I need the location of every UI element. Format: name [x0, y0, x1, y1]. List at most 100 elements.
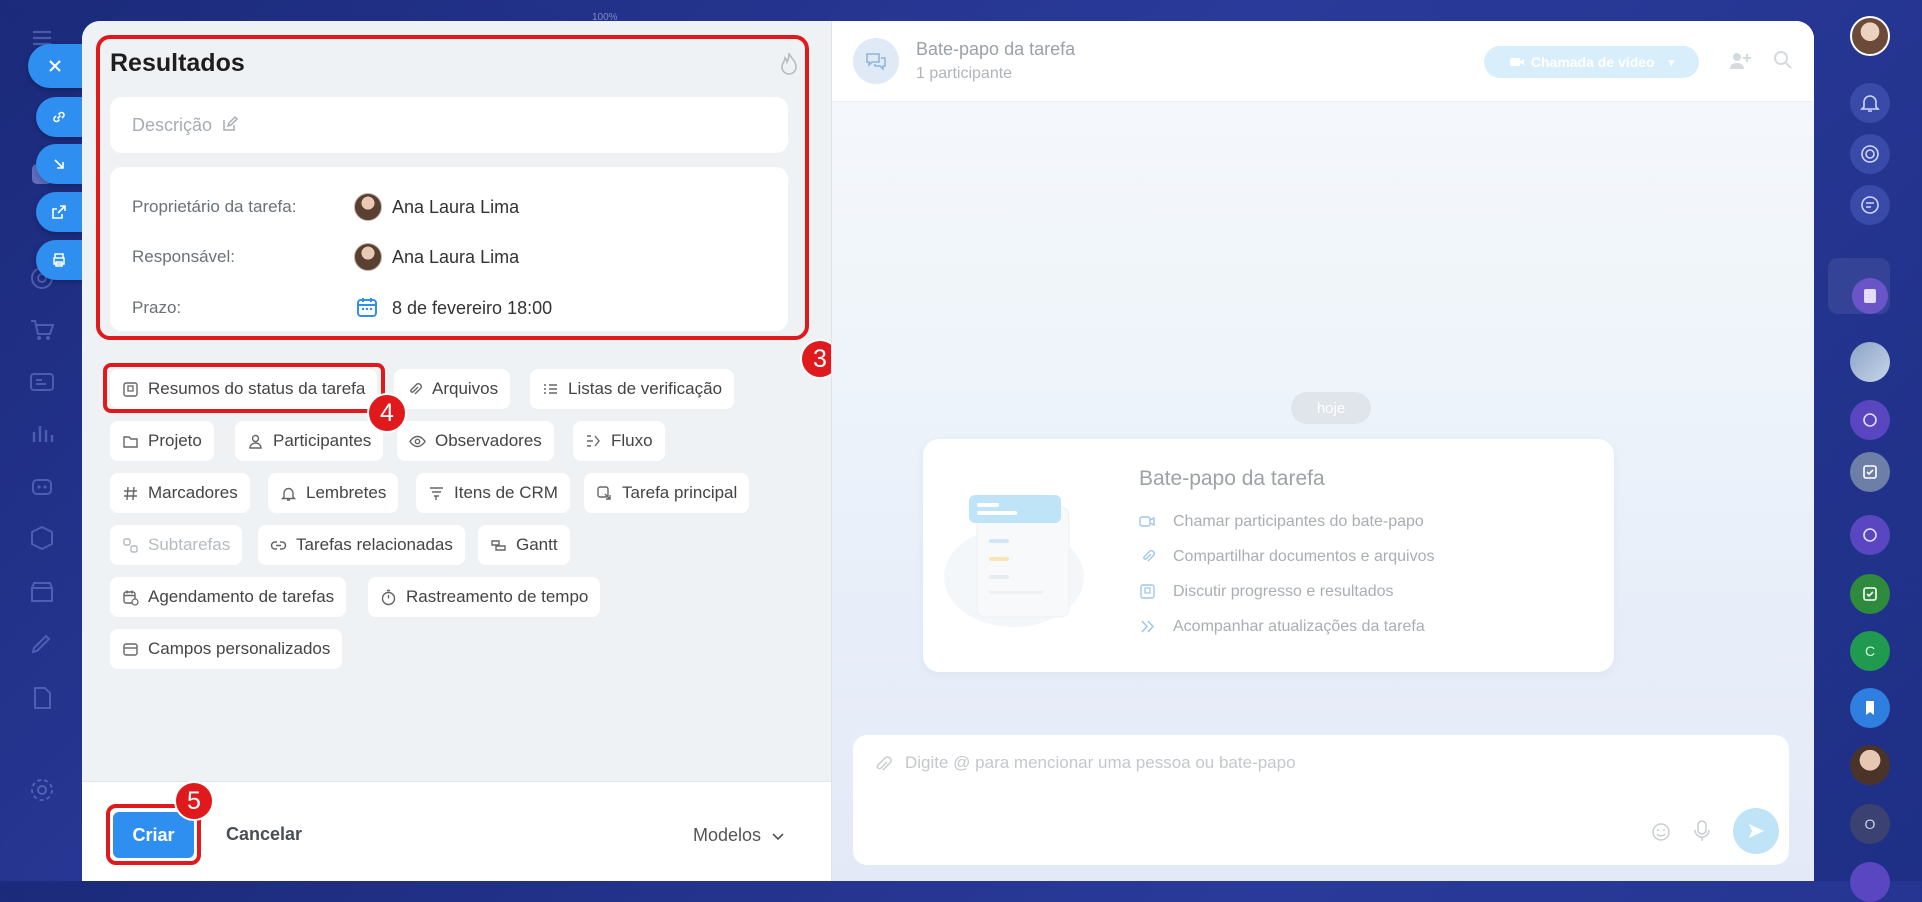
chat-green-task-avatar[interactable] — [1850, 574, 1890, 614]
responsible-avatar[interactable] — [354, 243, 382, 271]
chip-label: Gantt — [516, 535, 558, 554]
search-icon[interactable] — [1772, 49, 1794, 71]
intro-item-label: Acompanhar atualizações da tarefa — [1173, 618, 1425, 635]
chat-copilot-avatar-2[interactable] — [1850, 515, 1890, 555]
microphone-icon[interactable] — [1691, 819, 1713, 843]
deadline-label: Prazo: — [132, 298, 182, 317]
chat-avatar[interactable] — [853, 38, 899, 84]
description-field[interactable]: Descrição — [110, 97, 788, 153]
box-icon[interactable] — [28, 524, 56, 552]
chip-crm-items[interactable]: Itens de CRM — [416, 473, 570, 513]
intro-item-label: Discutir progresso e resultados — [1173, 583, 1394, 600]
chip-label: Campos personalizados — [148, 639, 331, 658]
contacts-button[interactable] — [1852, 278, 1888, 314]
notifications-button[interactable] — [1850, 83, 1890, 123]
chat-photo-avatar[interactable] — [1850, 342, 1890, 382]
chip-files[interactable]: Arquivos — [394, 369, 511, 409]
sign-icon[interactable] — [28, 630, 56, 658]
owner-row: Proprietário da tarefa: Ana Laura Lima — [132, 193, 772, 223]
chip-task-scheduling[interactable]: Agendamento de tarefas — [110, 577, 347, 617]
copilot-icon — [1863, 413, 1877, 427]
stopwatch-icon — [381, 589, 396, 605]
chat-avatar-o[interactable]: O — [1850, 804, 1890, 844]
minimize-button[interactable] — [36, 144, 82, 184]
chip-label: Listas de verificação — [568, 379, 723, 398]
chip-label: Itens de CRM — [454, 483, 558, 502]
bookmark-icon — [1866, 701, 1874, 715]
chip-project[interactable]: Projeto — [110, 421, 214, 461]
crm-icon — [430, 486, 443, 500]
paperclip-icon — [410, 382, 422, 394]
open-new-window-button[interactable] — [36, 192, 82, 232]
chip-parent-task[interactable]: Tarefa principal — [584, 473, 750, 513]
subtask-icon — [123, 537, 138, 553]
parent-task-icon — [597, 485, 611, 500]
message-input[interactable] — [905, 751, 1605, 775]
chip-flow[interactable]: Fluxo — [573, 421, 665, 461]
chip-time-tracking[interactable]: Rastreamento de tempo — [368, 577, 601, 617]
video-call-label: Chamada de vídeo — [1530, 54, 1655, 70]
robot-icon[interactable] — [28, 472, 56, 500]
print-button[interactable] — [36, 240, 82, 280]
chip-participants[interactable]: Participantes — [235, 421, 384, 461]
create-button[interactable]: Criar — [113, 812, 194, 858]
task-slider: Resultados Descrição Proprietário da tar… — [82, 21, 1814, 881]
chip-checklists[interactable]: Listas de verificação — [530, 369, 735, 409]
send-button[interactable] — [1733, 808, 1779, 854]
chip-label: Lembretes — [306, 483, 387, 502]
owner-name[interactable]: Ana Laura Lima — [392, 197, 519, 218]
chat-person-avatar[interactable] — [1850, 745, 1890, 785]
copilot-button[interactable] — [1850, 134, 1890, 174]
document-edit-icon[interactable] — [28, 684, 56, 712]
chat-tasks-avatar[interactable] — [1850, 452, 1890, 492]
calendar-icon[interactable] — [355, 295, 379, 319]
results-title: Resultados — [110, 49, 245, 77]
calendar-schedule-icon — [123, 590, 139, 606]
custom-fields-icon — [123, 642, 138, 656]
flame-icon[interactable] — [778, 51, 800, 77]
chip-label: Participantes — [273, 431, 372, 450]
chip-related-tasks[interactable]: Tarefas relacionadas — [258, 525, 465, 565]
chip-label: Marcadores — [148, 483, 238, 502]
video-call-button[interactable]: Chamada de vídeo ▾ — [1484, 46, 1699, 78]
chip-subtasks[interactable]: Subtarefas — [110, 525, 243, 565]
intro-item-share: Compartilhar documentos e arquivos — [1139, 546, 1599, 570]
responsible-name[interactable]: Ana Laura Lima — [392, 247, 519, 268]
deadline-value[interactable]: 8 de fevereiro 18:00 — [392, 298, 552, 319]
contact-card-icon[interactable] — [28, 368, 56, 396]
link-icon — [270, 540, 287, 550]
chat-intro-title: Bate-papo da tarefa — [1139, 467, 1325, 490]
add-user-icon[interactable] — [1727, 48, 1753, 74]
more-chats-avatar[interactable] — [1850, 862, 1890, 902]
store-icon[interactable] — [28, 578, 56, 606]
analytics-icon[interactable] — [28, 420, 56, 448]
owner-avatar[interactable] — [354, 193, 382, 221]
chip-label: Observadores — [435, 431, 542, 450]
task-meta-card: Proprietário da tarefa: Ana Laura Lima R… — [110, 167, 788, 331]
chip-label: Arquivos — [432, 379, 499, 398]
chat-bubbles-icon — [866, 53, 886, 71]
chat-search-button[interactable] — [1850, 185, 1890, 225]
chat-avatar-c[interactable]: C — [1850, 631, 1890, 671]
message-composer — [853, 735, 1789, 865]
cancel-button[interactable]: Cancelar — [226, 824, 302, 845]
emoji-icon[interactable] — [1650, 821, 1672, 843]
templates-dropdown[interactable]: Modelos — [693, 825, 785, 846]
templates-label: Modelos — [693, 825, 762, 845]
chip-reminders[interactable]: Lembretes — [268, 473, 399, 513]
bookmarks-button[interactable] — [1850, 688, 1890, 728]
chat-participant-count[interactable]: 1 participante — [916, 65, 1012, 83]
user-avatar[interactable] — [1850, 16, 1890, 56]
copy-link-button[interactable] — [36, 97, 82, 137]
chip-custom-fields[interactable]: Campos personalizados — [110, 629, 343, 669]
chip-gantt[interactable]: Gantt — [478, 525, 570, 565]
chat-copilot-avatar[interactable] — [1850, 400, 1890, 440]
close-slider-button[interactable] — [28, 44, 82, 88]
chip-tags[interactable]: Marcadores — [110, 473, 250, 513]
chip-observers[interactable]: Observadores — [397, 421, 554, 461]
hash-icon — [124, 486, 137, 500]
cart-icon[interactable] — [28, 316, 56, 344]
paperclip-icon[interactable] — [873, 755, 893, 775]
description-placeholder: Descrição — [132, 115, 213, 135]
settings-icon[interactable] — [28, 776, 56, 804]
